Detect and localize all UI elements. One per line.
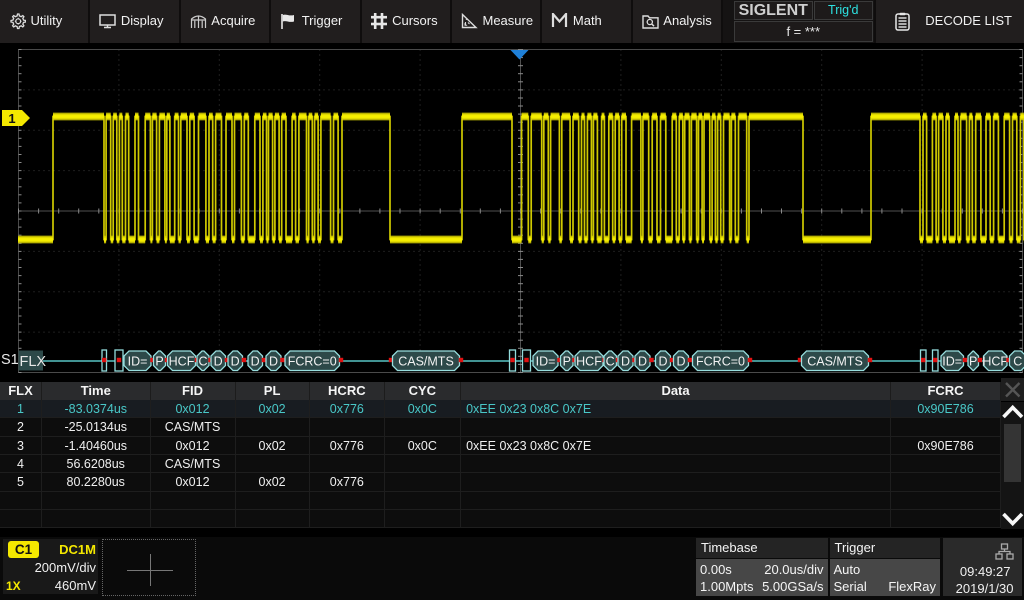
svg-text:CAS/MTS: CAS/MTS xyxy=(807,355,863,369)
svg-text:P: P xyxy=(563,355,571,369)
svg-text:HCF: HCF xyxy=(982,355,1008,369)
svg-text:HCF: HCF xyxy=(169,355,195,369)
svg-text:ID=: ID= xyxy=(536,355,556,369)
svg-text:D: D xyxy=(214,355,223,369)
svg-text:D: D xyxy=(621,355,630,369)
svg-text:FLX: FLX xyxy=(20,354,47,370)
svg-text:C: C xyxy=(1013,355,1022,369)
svg-text:1: 1 xyxy=(8,111,15,126)
svg-text:D: D xyxy=(658,355,667,369)
svg-text:ID=: ID= xyxy=(128,355,148,369)
svg-text:P: P xyxy=(969,355,977,369)
svg-text:C: C xyxy=(198,355,207,369)
svg-text:D: D xyxy=(251,355,260,369)
svg-text:HCF: HCF xyxy=(576,355,602,369)
svg-text:C: C xyxy=(606,355,615,369)
svg-text:D: D xyxy=(638,355,647,369)
svg-text:FCRC=0: FCRC=0 xyxy=(288,355,337,369)
svg-text:ID=: ID= xyxy=(942,355,962,369)
svg-text:P: P xyxy=(155,355,163,369)
svg-text:CAS/MTS: CAS/MTS xyxy=(398,355,454,369)
svg-text:D: D xyxy=(269,355,278,369)
svg-text:D: D xyxy=(676,355,685,369)
svg-text:S1: S1 xyxy=(1,352,19,368)
svg-text:D: D xyxy=(231,355,240,369)
svg-text:FCRC=0: FCRC=0 xyxy=(696,355,745,369)
